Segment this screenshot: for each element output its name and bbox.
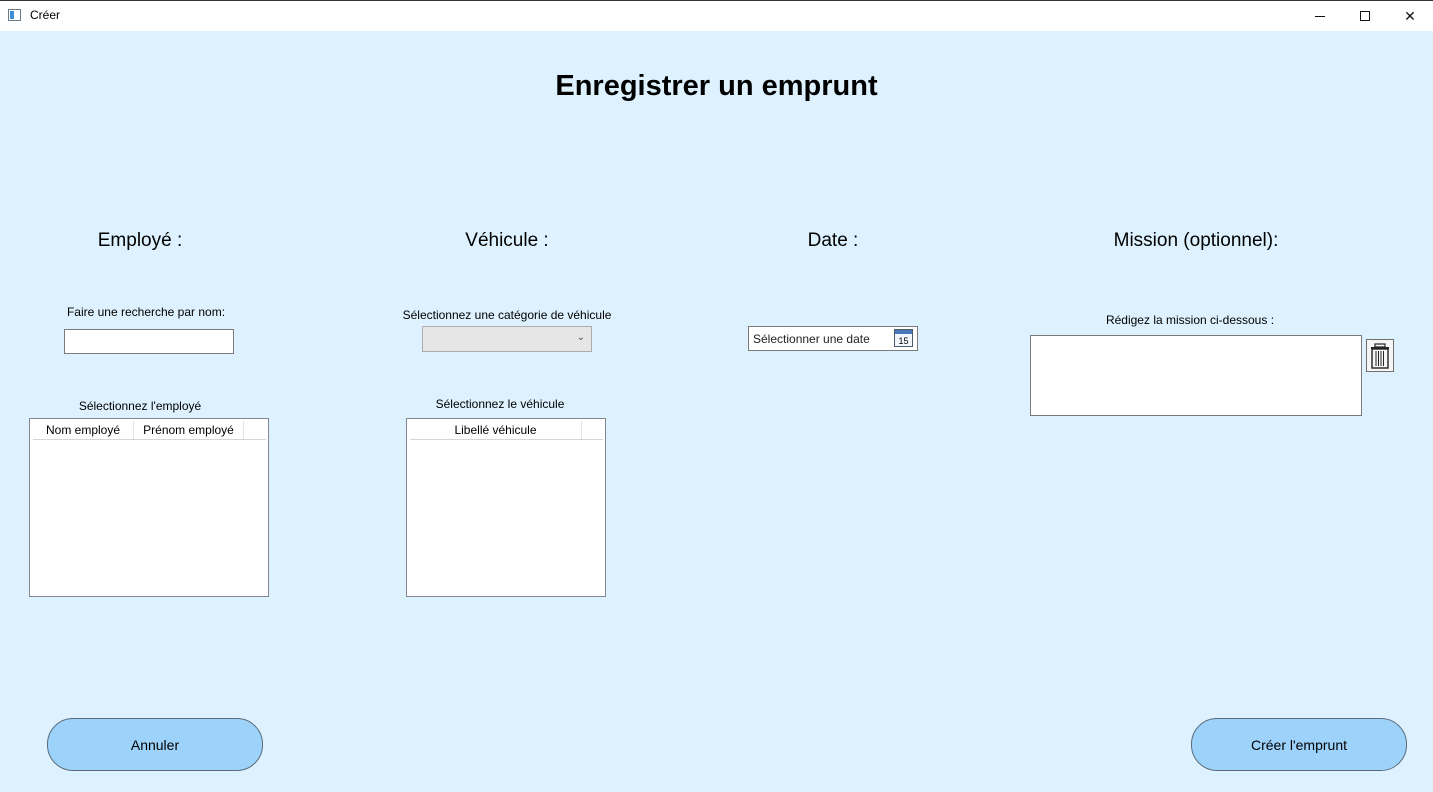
mission-label: Rédigez la mission ci-dessous : <box>1105 313 1275 327</box>
clear-mission-button[interactable] <box>1366 339 1394 372</box>
minimize-button[interactable] <box>1297 1 1343 31</box>
vehicle-list-header: Libellé véhicule <box>410 421 603 440</box>
employee-select-label: Sélectionnez l'employé <box>78 399 202 413</box>
vehicle-section-title: Véhicule : <box>465 230 549 251</box>
employee-search-input[interactable] <box>64 329 234 354</box>
page-title: Enregistrer un emprunt <box>555 70 878 102</box>
window-title: Créer <box>30 8 61 22</box>
create-loan-button[interactable]: Créer l'emprunt <box>1191 718 1407 771</box>
employee-search-label: Faire une recherche par nom: <box>66 305 226 319</box>
trash-icon <box>1371 343 1389 369</box>
chevron-down-icon: ⌄ <box>576 332 585 343</box>
vehicle-list[interactable]: Libellé véhicule <box>406 418 606 597</box>
date-section-title: Date : <box>807 230 859 251</box>
column-header-filler <box>582 421 603 439</box>
window-titlebar: Créer ✕ <box>0 0 1433 31</box>
mission-section-title: Mission (optionnel): <box>1113 230 1279 251</box>
app-icon <box>8 9 21 21</box>
employee-section-title: Employé : <box>97 230 183 251</box>
column-header-nom[interactable]: Nom employé <box>33 421 134 439</box>
column-header-libelle[interactable]: Libellé véhicule <box>410 421 582 439</box>
vehicle-category-select[interactable]: ⌄ <box>422 326 592 352</box>
maximize-icon <box>1360 11 1370 21</box>
employee-list[interactable]: Nom employé Prénom employé <box>29 418 269 597</box>
vehicle-category-label: Sélectionnez une catégorie de véhicule <box>402 308 612 322</box>
mission-textarea[interactable] <box>1030 335 1362 416</box>
calendar-icon[interactable]: 15 <box>894 329 913 347</box>
close-button[interactable]: ✕ <box>1387 1 1433 31</box>
date-picker[interactable]: Sélectionner une date 15 <box>748 326 918 351</box>
calendar-day: 15 <box>898 336 909 346</box>
employee-list-header: Nom employé Prénom employé <box>33 421 266 440</box>
cancel-button[interactable]: Annuler <box>47 718 263 771</box>
close-icon: ✕ <box>1404 7 1416 24</box>
minimize-icon <box>1315 15 1325 17</box>
column-header-prenom[interactable]: Prénom employé <box>134 421 244 439</box>
vehicle-select-label: Sélectionnez le véhicule <box>435 397 565 411</box>
column-header-filler <box>244 421 266 439</box>
date-picker-text[interactable]: Sélectionner une date <box>753 332 870 346</box>
maximize-button[interactable] <box>1342 1 1388 31</box>
